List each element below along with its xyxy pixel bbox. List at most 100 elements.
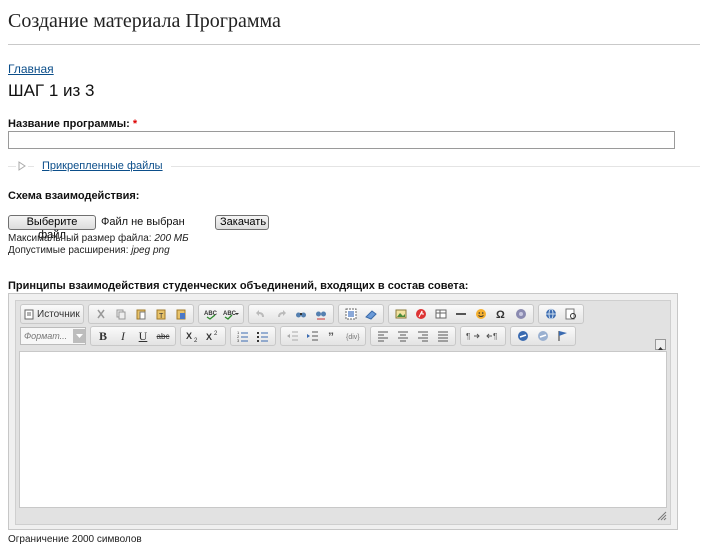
choose-file-button[interactable]: Выберите файл bbox=[8, 215, 96, 241]
toolbar-group-insert: Ω bbox=[387, 304, 534, 324]
max-size-label: Максимальный размер файла: bbox=[8, 233, 152, 244]
page-title: Создание материала Программа bbox=[8, 10, 281, 32]
rtl-icon[interactable]: ¶ bbox=[484, 328, 502, 344]
special-char-icon[interactable]: Ω bbox=[492, 306, 510, 322]
step-indicator: ШАГ 1 из 3 bbox=[8, 81, 95, 100]
svg-text:{div}: {div} bbox=[346, 334, 360, 341]
resize-grip-icon[interactable] bbox=[655, 509, 667, 521]
subscript-icon[interactable]: X2 bbox=[184, 328, 202, 344]
undo-icon[interactable] bbox=[252, 306, 270, 322]
image-icon[interactable] bbox=[392, 306, 410, 322]
paste-word-icon[interactable] bbox=[172, 306, 190, 322]
align-center-icon[interactable] bbox=[394, 328, 412, 344]
editor-toolbar-row-1: Источник T ABC ABC Ω bbox=[20, 304, 588, 324]
toolbar-group-spell: ABC ABC bbox=[197, 304, 244, 324]
preview-icon[interactable] bbox=[562, 306, 580, 322]
svg-text:3: 3 bbox=[237, 338, 240, 342]
dropdown-arrow-icon bbox=[73, 329, 85, 343]
superscript-icon[interactable]: X2 bbox=[204, 328, 222, 344]
principles-label: Принципы взаимодействия студенческих объ… bbox=[8, 280, 469, 292]
underline-icon[interactable]: U bbox=[134, 328, 152, 344]
redo-icon[interactable] bbox=[272, 306, 290, 322]
svg-text:2: 2 bbox=[194, 338, 198, 342]
svg-text:T: T bbox=[159, 313, 164, 320]
editor-frame: Источник T ABC ABC Ω Формат... B I U abc… bbox=[15, 300, 671, 525]
program-name-input[interactable] bbox=[8, 131, 675, 149]
program-name-label: Название программы: * bbox=[8, 118, 137, 130]
format-dropdown[interactable]: Формат... bbox=[20, 327, 86, 345]
spellcheck-icon[interactable]: ABC bbox=[202, 306, 220, 322]
div-container-icon[interactable]: {div} bbox=[344, 328, 362, 344]
cut-icon[interactable] bbox=[92, 306, 110, 322]
remove-format-icon[interactable] bbox=[362, 306, 380, 322]
iframe-icon[interactable] bbox=[542, 306, 560, 322]
breadcrumb-home-link[interactable]: Главная bbox=[8, 62, 54, 76]
format-placeholder: Формат... bbox=[24, 331, 68, 341]
smiley-icon[interactable] bbox=[472, 306, 490, 322]
copy-icon[interactable] bbox=[112, 306, 130, 322]
svg-text:ABC: ABC bbox=[204, 311, 218, 317]
toolbar-group-direction: ¶ ¶ bbox=[460, 326, 506, 346]
attached-files-link[interactable]: Прикрепленные файлы bbox=[34, 160, 171, 172]
bold-icon[interactable]: B bbox=[94, 328, 112, 344]
align-right-icon[interactable] bbox=[414, 328, 432, 344]
toolbar-group-script: X2 X2 bbox=[180, 326, 226, 346]
character-limit-note: Ограничение 2000 символов bbox=[8, 534, 142, 545]
editor-content-area[interactable] bbox=[19, 351, 667, 508]
find-icon[interactable] bbox=[292, 306, 310, 322]
max-size-hint: Максимальный размер файла: 200 МБ bbox=[8, 233, 189, 244]
upload-button[interactable]: Закачать bbox=[215, 215, 269, 230]
horizontal-rule-icon[interactable] bbox=[452, 306, 470, 322]
blockquote-icon[interactable]: ” bbox=[324, 328, 342, 344]
required-marker: * bbox=[132, 118, 138, 130]
justify-icon[interactable] bbox=[434, 328, 452, 344]
spellcheck-dropdown-icon[interactable]: ABC bbox=[222, 306, 240, 322]
toolbar-group-indent: ” {div} bbox=[280, 326, 366, 346]
link-icon[interactable] bbox=[514, 328, 532, 344]
file-status-text: Файл не выбран bbox=[101, 216, 185, 228]
anchor-flag-icon[interactable] bbox=[554, 328, 572, 344]
page-break-icon[interactable] bbox=[512, 306, 530, 322]
toolbar-group-select bbox=[337, 304, 384, 324]
max-size-value: 200 МБ bbox=[154, 233, 189, 244]
source-label: Источник bbox=[37, 308, 80, 320]
unlink-icon[interactable] bbox=[534, 328, 552, 344]
extensions-label: Допустимые расширения: bbox=[8, 245, 129, 256]
svg-text:ABC: ABC bbox=[223, 311, 237, 317]
svg-text:¶: ¶ bbox=[466, 332, 470, 341]
ltr-icon[interactable]: ¶ bbox=[464, 328, 482, 344]
numbered-list-icon[interactable]: 123 bbox=[234, 328, 252, 344]
svg-text:”: ” bbox=[328, 330, 334, 342]
toolbar-group-lists: 123 bbox=[230, 326, 276, 346]
paste-text-icon[interactable]: T bbox=[152, 306, 170, 322]
bulleted-list-icon[interactable] bbox=[254, 328, 272, 344]
extensions-hint: Допустимые расширения: jpeg png bbox=[8, 245, 170, 256]
paste-icon[interactable] bbox=[132, 306, 150, 322]
flash-icon[interactable] bbox=[412, 306, 430, 322]
svg-text:X: X bbox=[206, 332, 212, 342]
strikethrough-icon[interactable]: abc bbox=[154, 328, 172, 344]
toolbar-group-history bbox=[247, 304, 334, 324]
source-button[interactable]: Источник bbox=[24, 306, 80, 322]
editor-toolbar-row-2: Формат... B I U abc X2 X2 123 ” {div} ¶ … bbox=[20, 326, 580, 346]
italic-icon[interactable]: I bbox=[114, 328, 132, 344]
outdent-icon[interactable] bbox=[284, 328, 302, 344]
toolbar-collapse-button[interactable] bbox=[655, 339, 666, 350]
toolbar-group-basic-style: B I U abc bbox=[90, 326, 176, 346]
collapse-arrow-icon[interactable] bbox=[16, 160, 28, 172]
program-name-label-text: Название программы: bbox=[8, 118, 130, 130]
align-left-icon[interactable] bbox=[374, 328, 392, 344]
indent-icon[interactable] bbox=[304, 328, 322, 344]
toolbar-group-source: Источник bbox=[20, 304, 84, 324]
toolbar-group-links bbox=[510, 326, 576, 346]
rich-text-editor: Источник T ABC ABC Ω Формат... B I U abc… bbox=[8, 293, 678, 530]
extensions-value: jpeg png bbox=[131, 245, 170, 256]
svg-text:Ω: Ω bbox=[496, 309, 505, 320]
select-all-icon[interactable] bbox=[342, 306, 360, 322]
source-icon bbox=[24, 309, 34, 319]
table-icon[interactable] bbox=[432, 306, 450, 322]
title-divider bbox=[8, 44, 700, 45]
svg-text:2: 2 bbox=[214, 331, 218, 337]
svg-text:¶: ¶ bbox=[493, 332, 497, 341]
replace-icon[interactable] bbox=[312, 306, 330, 322]
